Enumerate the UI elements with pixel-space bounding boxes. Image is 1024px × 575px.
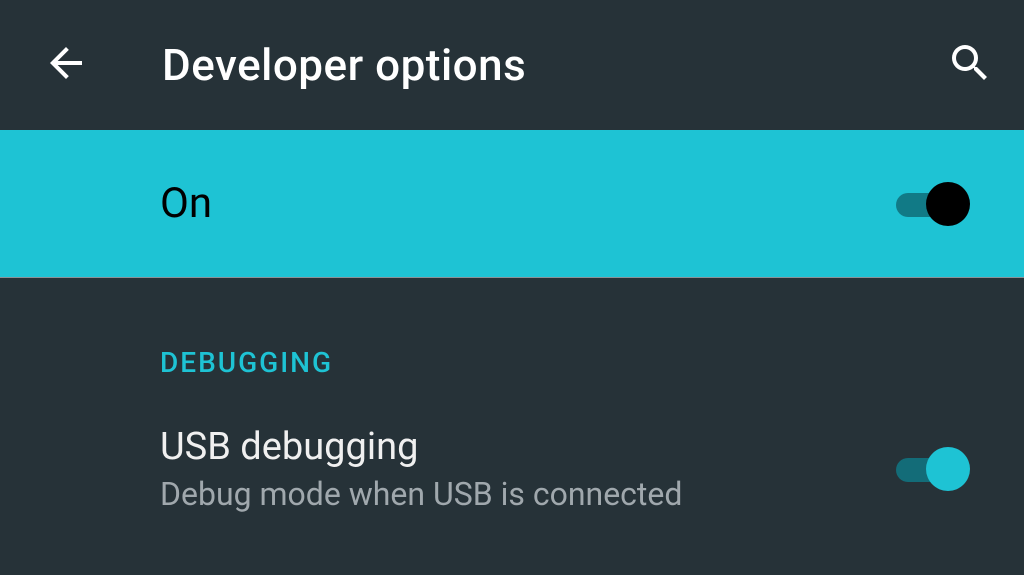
page-title: Developer options (162, 39, 526, 91)
switch-thumb (926, 182, 970, 226)
setting-title: USB debugging (160, 425, 896, 469)
switch-thumb (926, 447, 970, 491)
app-bar: Developer options (0, 0, 1024, 130)
setting-row-usb-debugging[interactable]: USB debugging Debug mode when USB is con… (0, 379, 1024, 513)
section-header-debugging: Debugging (0, 278, 1024, 379)
search-icon (946, 39, 994, 91)
master-toggle-row[interactable]: On (0, 130, 1024, 278)
usb-debugging-switch[interactable] (896, 444, 976, 494)
master-switch[interactable] (896, 179, 976, 229)
master-toggle-label: On (160, 179, 212, 228)
setting-subtitle: Debug mode when USB is connected (160, 475, 896, 513)
back-button[interactable] (42, 41, 90, 89)
search-button[interactable] (946, 41, 994, 89)
setting-text: USB debugging Debug mode when USB is con… (160, 425, 896, 513)
arrow-left-icon (42, 39, 90, 91)
